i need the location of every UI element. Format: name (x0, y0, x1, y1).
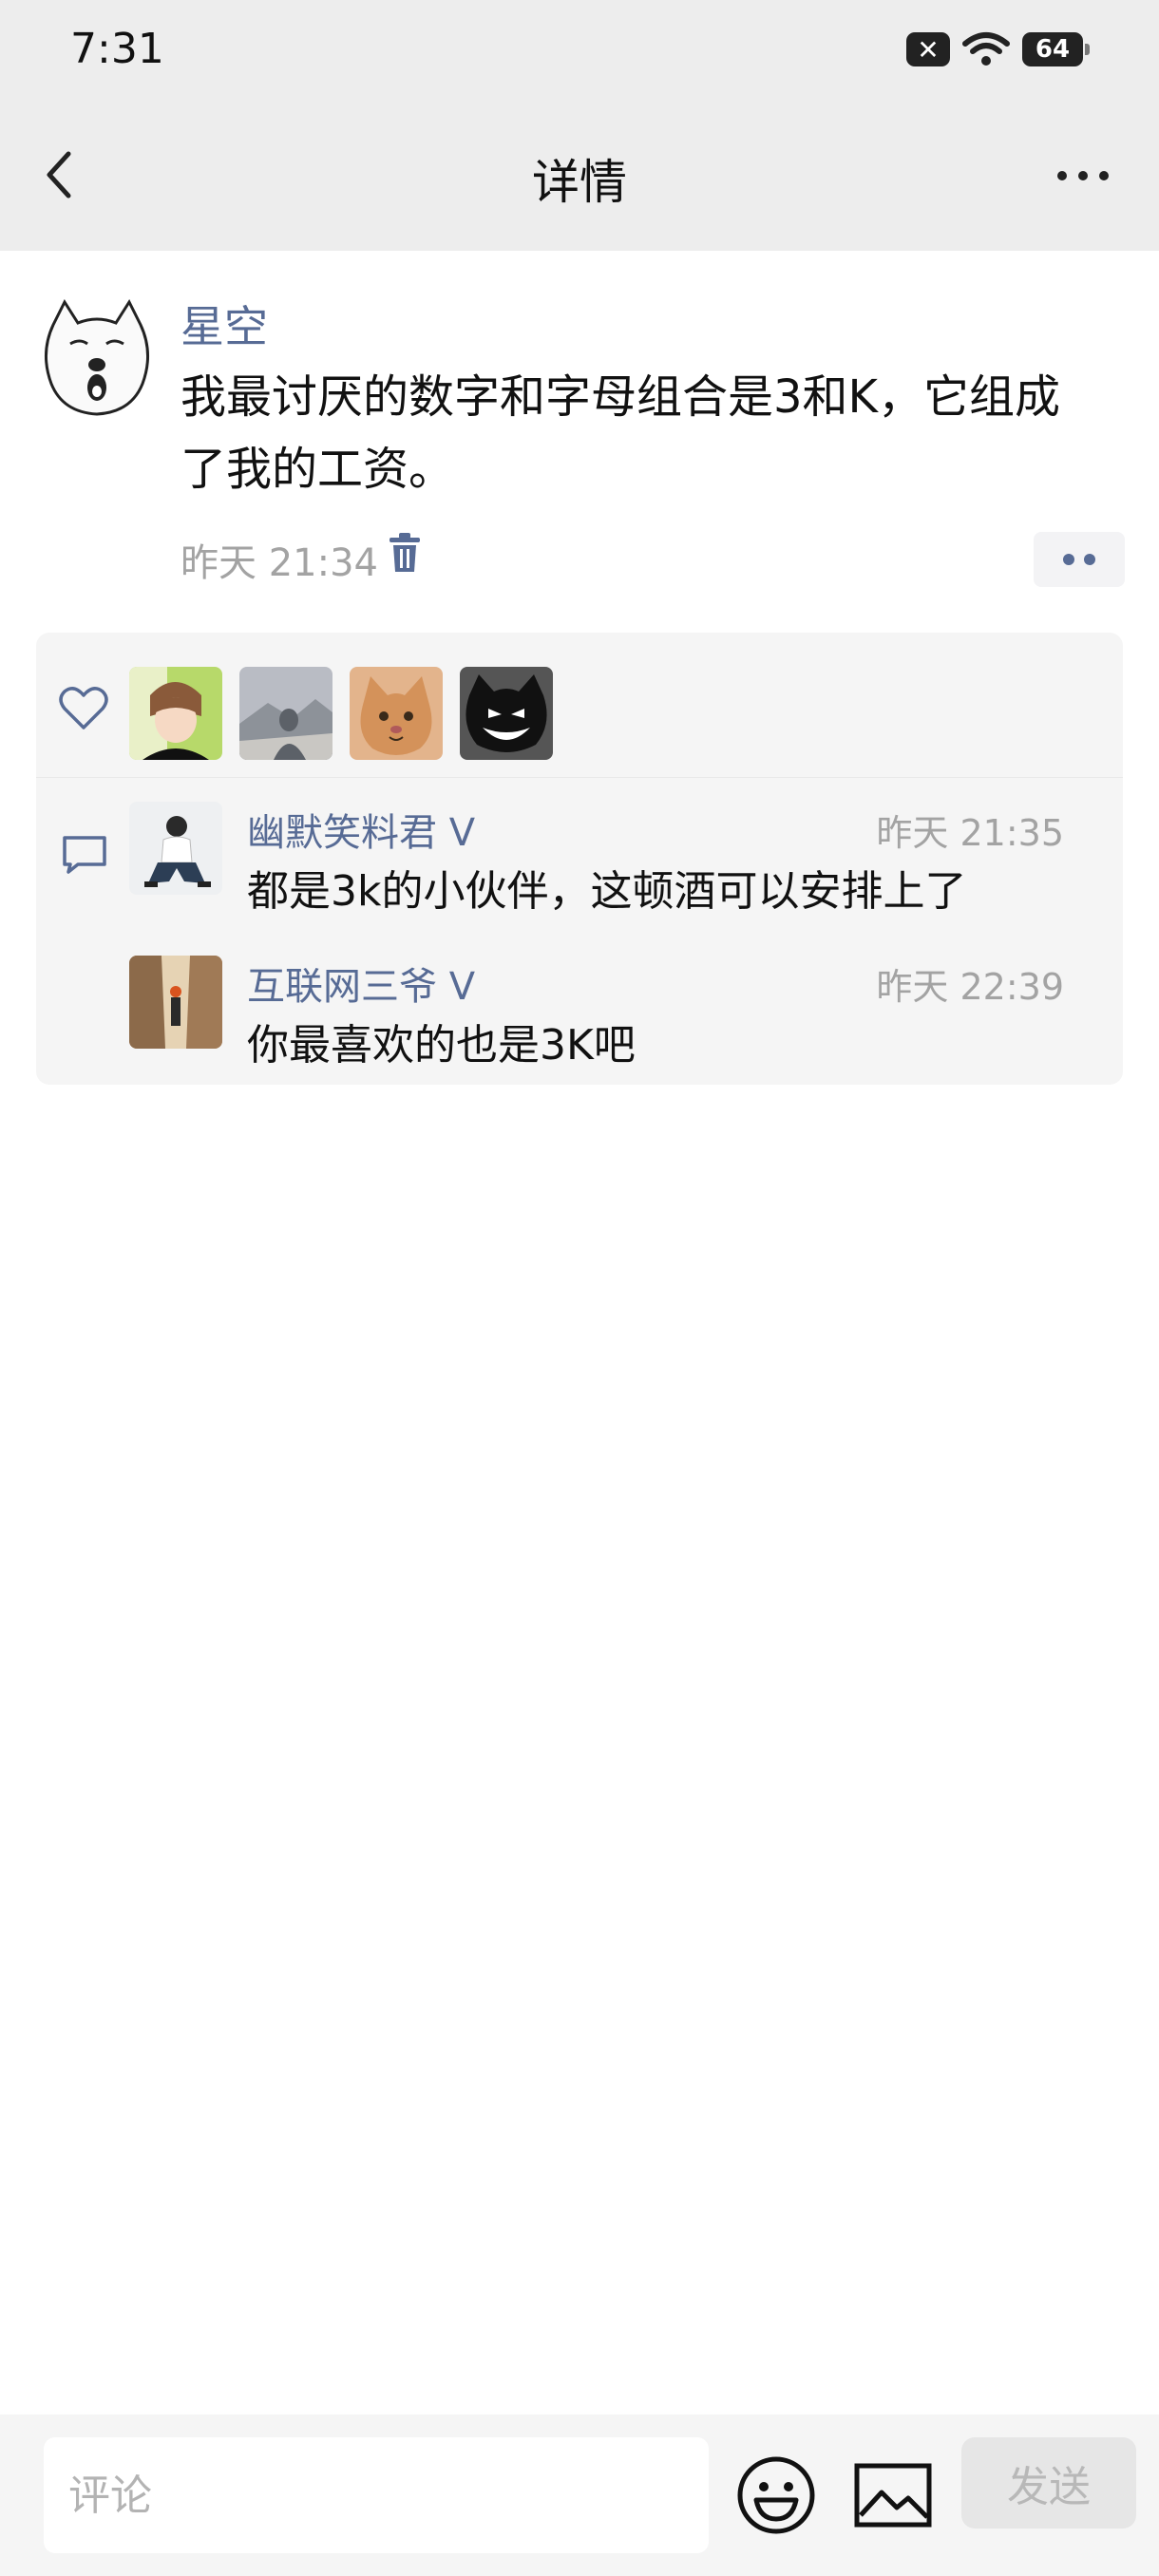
comment-author[interactable]: 幽默笑料君 V (247, 802, 475, 857)
post-author-name[interactable]: 星空 (180, 293, 268, 355)
image-icon[interactable] (853, 2462, 933, 2529)
alley-avatar-icon (129, 956, 222, 1049)
post-action-button[interactable] (1034, 532, 1125, 587)
mountain-view-avatar-icon (239, 667, 332, 760)
status-time: 7:31 (70, 25, 164, 73)
emoji-icon[interactable] (735, 2454, 817, 2536)
comment-timestamp: 昨天 21:35 (876, 812, 1064, 854)
no-sim-icon: ✕ (906, 32, 950, 66)
interactions-panel: 幽默笑料君 V 昨天 21:35 都是3k的小伙伴，这顿酒可以安排上了 互联网三… (36, 633, 1123, 1085)
comment-input[interactable] (44, 2437, 709, 2553)
more-options-icon[interactable] (1054, 161, 1112, 190)
post-text: 我最讨厌的数字和字母组合是3和K，它组成了我的工资。 (180, 370, 1061, 496)
cartoon-grin-avatar-icon (460, 667, 553, 760)
like-avatar[interactable] (129, 667, 222, 760)
status-bar: 7:31 ✕ 64 (0, 0, 1159, 99)
comment-timestamp: 昨天 22:39 (876, 966, 1064, 1008)
comment-avatar[interactable] (129, 802, 222, 895)
cartoon-dog-avatar-icon (36, 296, 158, 418)
post-timestamp: 昨天 21:34 (180, 541, 378, 585)
comment-bar: 发送 (0, 2415, 1159, 2576)
dot-icon (1063, 554, 1074, 565)
like-avatar[interactable] (460, 667, 553, 760)
nav-bar: 详情 (0, 99, 1159, 251)
like-avatar[interactable] (350, 667, 443, 760)
heart-icon (59, 687, 108, 729)
comment-text: 都是3k的小伙伴，这顿酒可以安排上了 (247, 867, 967, 916)
cat-avatar-icon (350, 667, 443, 760)
send-button[interactable]: 发送 (961, 2437, 1136, 2529)
like-avatar[interactable] (239, 667, 332, 760)
likes-row (36, 633, 1123, 778)
trash-icon[interactable] (386, 532, 424, 574)
comment-item[interactable]: 幽默笑料君 V 昨天 21:35 都是3k的小伙伴，这顿酒可以安排上了 (36, 802, 1123, 935)
comment-author[interactable]: 互联网三爷 V (247, 956, 475, 1011)
battery-icon: 64 (1022, 32, 1090, 66)
comment-item[interactable]: 互联网三爷 V 昨天 22:39 你最喜欢的也是3K吧 (36, 956, 1123, 1070)
sitting-man-avatar-icon (129, 802, 222, 895)
status-icons: ✕ 64 (906, 30, 1090, 68)
dot-icon (1084, 554, 1095, 565)
wifi-icon (962, 32, 1010, 66)
page-title: 详情 (532, 155, 627, 210)
author-avatar[interactable] (36, 296, 158, 418)
comment-text: 你最喜欢的也是3K吧 (247, 1021, 636, 1070)
anime-boy-avatar-icon (129, 667, 222, 760)
comment-avatar[interactable] (129, 956, 222, 1049)
